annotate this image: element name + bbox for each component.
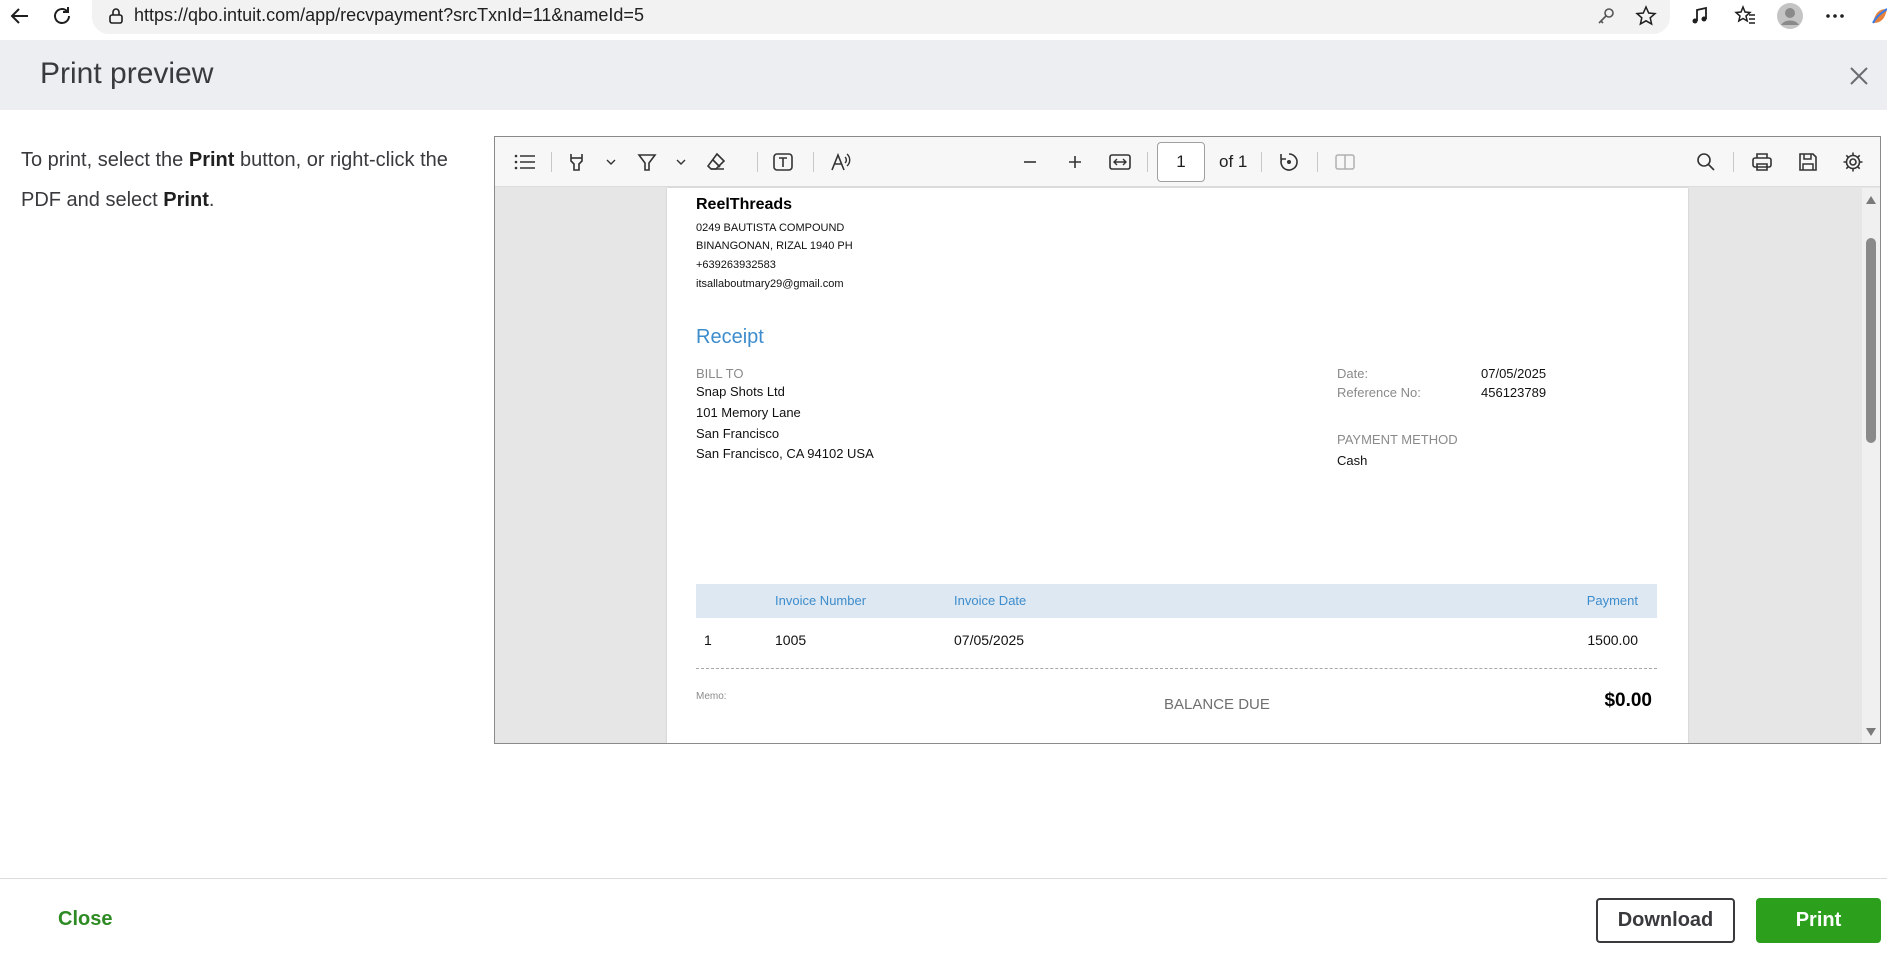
pdf-viewer: 1 of 1 ReelThreads 0249 BAUTISTA COMPOUN… bbox=[494, 136, 1881, 744]
back-arrow-icon[interactable] bbox=[0, 0, 40, 32]
print-icon[interactable] bbox=[1746, 146, 1778, 178]
date-value: 07/05/2025 bbox=[1481, 366, 1547, 381]
key-icon[interactable] bbox=[1588, 0, 1624, 32]
bill-to-line: San Francisco, CA 94102 USA bbox=[696, 446, 874, 461]
instructions-print-word-1: Print bbox=[188, 149, 235, 171]
pdf-page-area[interactable]: ReelThreads 0249 BAUTISTA COMPOUND BINAN… bbox=[495, 188, 1880, 743]
company-email: itsallaboutmary29@gmail.com bbox=[696, 278, 844, 290]
two-page-view-icon[interactable] bbox=[1329, 146, 1361, 178]
print-instructions: To print, select the Print button, or ri… bbox=[21, 140, 481, 220]
more-icon[interactable] bbox=[1817, 0, 1853, 32]
chevron-down-icon[interactable] bbox=[665, 146, 697, 178]
reference-label: Reference No: bbox=[1337, 385, 1421, 400]
rotate-icon[interactable] bbox=[1273, 146, 1305, 178]
favorites-icon[interactable] bbox=[1727, 0, 1763, 32]
pdf-page: ReelThreads 0249 BAUTISTA COMPOUND BINAN… bbox=[667, 188, 1688, 743]
modal-header: Print preview bbox=[0, 40, 1887, 110]
row-index: 1 bbox=[704, 632, 712, 648]
star-icon[interactable] bbox=[1628, 0, 1664, 32]
scroll-thumb[interactable] bbox=[1866, 238, 1876, 443]
highlight-icon[interactable] bbox=[561, 146, 593, 178]
page-number-input[interactable]: 1 bbox=[1157, 142, 1205, 182]
search-icon[interactable] bbox=[1690, 146, 1722, 178]
row-payment: 1500.00 bbox=[1587, 632, 1638, 648]
gear-icon[interactable] bbox=[1837, 146, 1869, 178]
bill-to-line: Snap Shots Ltd bbox=[696, 384, 785, 399]
scroll-down-icon[interactable] bbox=[1865, 726, 1877, 738]
zoom-out-icon[interactable] bbox=[1014, 146, 1046, 178]
chevron-down-icon[interactable] bbox=[595, 146, 627, 178]
close-icon[interactable] bbox=[1843, 60, 1875, 92]
read-aloud-icon[interactable] bbox=[825, 146, 857, 178]
bill-to-line: San Francisco bbox=[696, 426, 780, 441]
invoice-table-header: Invoice Number Invoice Date Payment bbox=[696, 584, 1657, 618]
music-icon[interactable] bbox=[1682, 0, 1718, 32]
text-box-icon[interactable] bbox=[767, 146, 799, 178]
column-header-invoice-number: Invoice Number bbox=[775, 593, 867, 608]
draw-icon[interactable] bbox=[631, 146, 663, 178]
print-button[interactable]: Print bbox=[1756, 898, 1881, 943]
close-button[interactable]: Close bbox=[58, 908, 112, 931]
modal-title: Print preview bbox=[40, 57, 214, 90]
profile-icon[interactable] bbox=[1772, 0, 1808, 32]
company-phone: +639263932583 bbox=[696, 259, 776, 271]
instructions-text-1: To print, select the bbox=[21, 149, 189, 171]
date-label: Date: bbox=[1337, 366, 1369, 381]
company-address-line2: BINANGONAN, RIZAL 1940 PH bbox=[696, 240, 853, 252]
instructions-print-word-2: Print bbox=[163, 189, 209, 211]
balance-due-label: BALANCE DUE bbox=[1164, 696, 1270, 713]
divider bbox=[696, 668, 1657, 669]
bill-to-line: 101 Memory Lane bbox=[696, 405, 801, 420]
refresh-icon[interactable] bbox=[42, 0, 82, 32]
row-invoice-number: 1005 bbox=[775, 632, 807, 648]
company-address-line1: 0249 BAUTISTA COMPOUND bbox=[696, 222, 845, 234]
page-total: of 1 bbox=[1219, 152, 1248, 171]
zoom-in-icon[interactable] bbox=[1059, 146, 1091, 178]
instructions-text-3: . bbox=[208, 189, 215, 211]
row-invoice-date: 07/05/2025 bbox=[954, 632, 1025, 648]
browser-toolbar: https://qbo.intuit.com/app/recvpayment?s… bbox=[0, 0, 1887, 40]
receipt-title: Receipt bbox=[696, 326, 764, 348]
company-name: ReelThreads bbox=[696, 196, 793, 213]
address-bar[interactable]: https://qbo.intuit.com/app/recvpayment?s… bbox=[92, 0, 1670, 34]
balance-due-value: $0.00 bbox=[1604, 690, 1652, 711]
download-button[interactable]: Download bbox=[1596, 898, 1735, 943]
bill-to-label: BILL TO bbox=[696, 366, 744, 381]
fit-width-icon[interactable] bbox=[1104, 146, 1136, 178]
site-info-icon[interactable] bbox=[98, 0, 134, 32]
scroll-up-icon[interactable] bbox=[1865, 194, 1877, 206]
save-icon[interactable] bbox=[1792, 146, 1824, 178]
payment-method-value: Cash bbox=[1337, 453, 1368, 468]
column-header-invoice-date: Invoice Date bbox=[954, 593, 1027, 608]
payment-method-label: PAYMENT METHOD bbox=[1337, 432, 1458, 447]
reference-value: 456123789 bbox=[1481, 385, 1547, 400]
memo-label: Memo: bbox=[696, 691, 727, 702]
column-header-payment: Payment bbox=[1586, 593, 1638, 608]
copilot-icon[interactable] bbox=[1862, 0, 1887, 32]
contents-list-icon[interactable] bbox=[509, 146, 541, 178]
eraser-icon[interactable] bbox=[700, 146, 732, 178]
pdf-scrollbar[interactable] bbox=[1862, 188, 1880, 743]
modal-footer: Close Download Print bbox=[0, 878, 1887, 957]
pdf-toolbar: 1 of 1 bbox=[495, 137, 1880, 187]
url-text[interactable]: https://qbo.intuit.com/app/recvpayment?s… bbox=[134, 5, 644, 26]
